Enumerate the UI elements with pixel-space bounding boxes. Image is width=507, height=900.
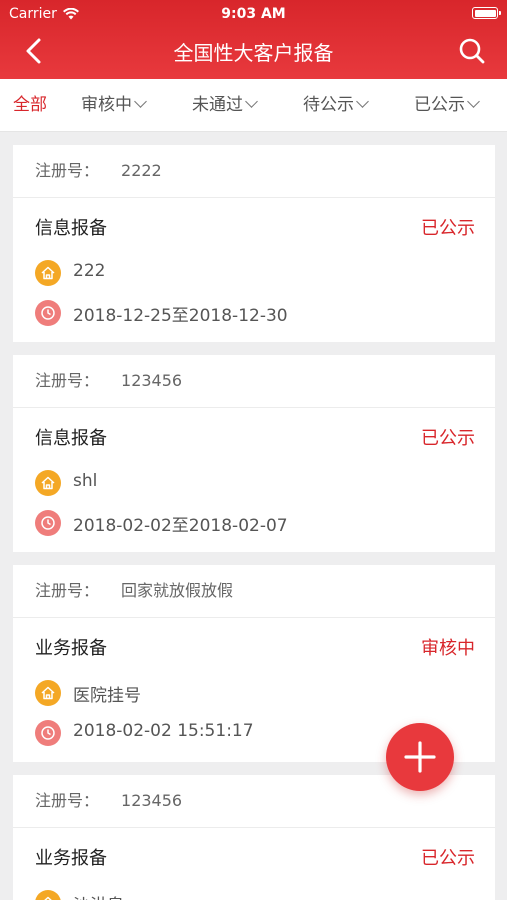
battery-icon <box>472 7 501 19</box>
client-name: 沙洪泉 <box>73 891 124 900</box>
chevron-down-icon <box>134 95 147 108</box>
client-name: shl <box>73 471 98 491</box>
chevron-down-icon <box>245 95 258 108</box>
tab-published[interactable]: 已公示 <box>414 79 480 131</box>
house-icon <box>35 470 61 496</box>
card-reg-row: 注册号： 123456 <box>13 355 495 408</box>
report-time: 2018-12-25至2018-12-30 <box>73 306 288 326</box>
tab-pending-publish[interactable]: 待公示 <box>303 79 369 131</box>
reg-label: 注册号： <box>35 581 100 600</box>
add-report-button[interactable] <box>386 723 454 791</box>
report-card[interactable]: 注册号： 2222 信息报备 已公示 222 2018-12-25至2018-12… <box>13 145 495 342</box>
reg-number: 回家就放假放假 <box>121 581 234 600</box>
reg-number: 2222 <box>121 161 162 180</box>
clock-icon <box>35 300 61 326</box>
status-badge: 审核中 <box>421 638 475 659</box>
tab-all[interactable]: 全部 <box>13 79 47 131</box>
chevron-down-icon <box>467 95 480 108</box>
chevron-down-icon <box>356 95 369 108</box>
house-icon <box>35 890 61 900</box>
house-icon <box>35 680 61 706</box>
clock-icon <box>35 510 61 536</box>
reg-label: 注册号： <box>35 791 100 810</box>
report-time: 2018-02-02 15:51:17 <box>73 721 254 741</box>
filter-tabbar: 全部 审核中 未通过 待公示 已公示 <box>0 79 507 132</box>
status-badge: 已公示 <box>421 428 475 449</box>
tab-label: 未通过 <box>192 95 243 115</box>
tab-rejected[interactable]: 未通过 <box>192 79 258 131</box>
reg-label: 注册号： <box>35 371 100 390</box>
status-badge: 已公示 <box>421 848 475 869</box>
report-type: 业务报备 <box>35 638 107 659</box>
tab-label: 已公示 <box>414 95 465 115</box>
search-icon <box>459 38 485 64</box>
report-time: 2018-02-02至2018-02-07 <box>73 516 288 536</box>
reg-number: 123456 <box>121 791 183 810</box>
plus-icon <box>404 741 436 773</box>
status-badge: 已公示 <box>421 218 475 239</box>
card-reg-row: 注册号： 2222 <box>13 145 495 198</box>
clock-icon <box>35 720 61 746</box>
reg-number: 123456 <box>121 371 183 390</box>
tab-label: 审核中 <box>81 95 132 115</box>
status-bar: Carrier 9:03 AM <box>0 0 507 28</box>
report-type: 业务报备 <box>35 848 107 869</box>
reg-label: 注册号： <box>35 161 100 180</box>
page-title: 全国性大客户报备 <box>173 41 334 65</box>
tab-reviewing[interactable]: 审核中 <box>81 79 147 131</box>
card-reg-row: 注册号： 回家就放假放假 <box>13 565 495 618</box>
app-header: Carrier 9:03 AM 全国性大客户报备 <box>0 0 507 79</box>
client-name: 医院挂号 <box>73 686 141 706</box>
report-type: 信息报备 <box>35 218 107 239</box>
client-name: 222 <box>73 261 106 281</box>
report-type: 信息报备 <box>35 428 107 449</box>
report-card[interactable]: 注册号： 123456 信息报备 已公示 shl 2018-02-02至2018-… <box>13 355 495 552</box>
status-time: 9:03 AM <box>221 6 286 22</box>
search-button[interactable] <box>457 36 487 66</box>
tab-label: 全部 <box>13 95 47 115</box>
tab-label: 待公示 <box>303 95 354 115</box>
house-icon <box>35 260 61 286</box>
report-card[interactable]: 注册号： 123456 业务报备 已公示 沙洪泉 <box>13 775 495 900</box>
